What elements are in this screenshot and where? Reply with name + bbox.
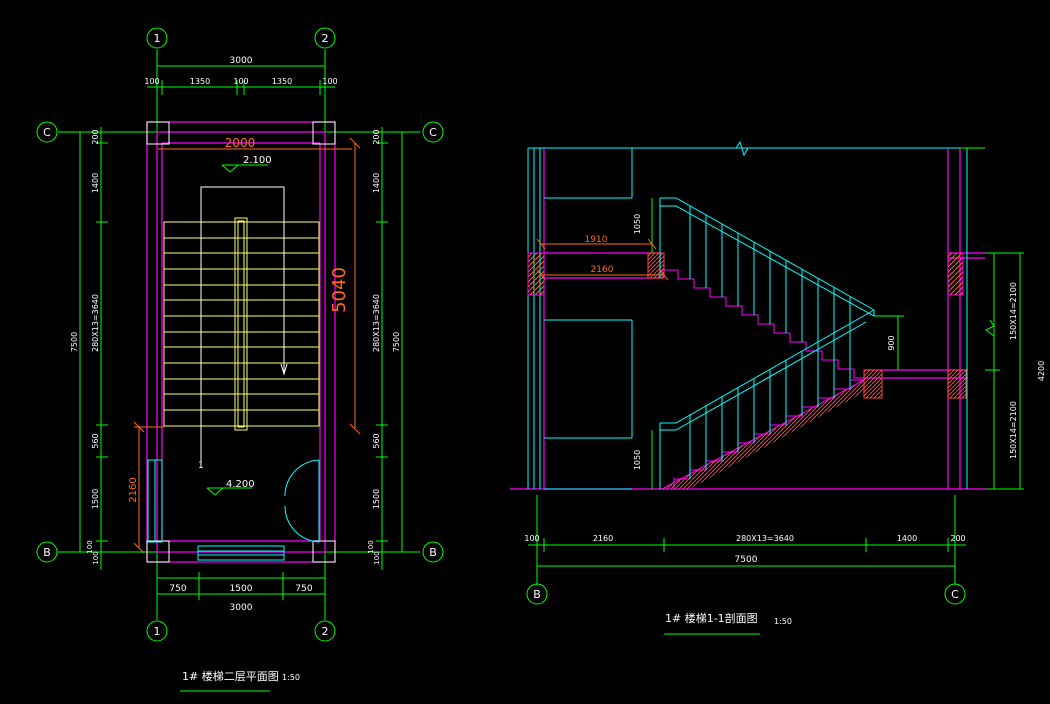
plan-dim-2000: 2000 [225,136,256,150]
section-dim-right-lower: 150X14=2100 [1009,401,1018,459]
floor-plan: 1 2 1 2 C C B B 1 2.100 4.200 2000 5040 … [36,27,444,692]
slab-landing-mid [863,369,883,399]
plan-dim-right-560: 560 [372,433,381,448]
axis-label-c-left: C [43,126,51,139]
plan-dim-right-200: 200 [372,129,381,144]
plan-dim-2160: 2160 [128,477,139,502]
axis-label-b-right: B [429,546,437,559]
section-dim-bot-total: 7500 [735,555,758,565]
plan-dim-right-1500: 1500 [372,489,381,509]
plan-dim-left-3640: 280X13=3640 [91,294,100,352]
plan-stair-treads [163,217,320,431]
section-axis-c: C [951,588,959,601]
axis-label-2-bottom: 2 [322,625,329,638]
section-dim-bot-100: 100 [524,534,539,543]
section-dim-2160: 2160 [591,265,614,275]
plan-dim-bot-750b: 750 [295,584,312,594]
section-axis-b: B [533,588,541,601]
break-symbol-right [985,319,995,337]
plan-dim-right-3640: 280X13=3640 [372,294,381,352]
axis-label-c-right: C [429,126,437,139]
plan-dim-top-100b: 100 [233,77,248,86]
section-dim-right-upper: 150X14=2100 [1009,282,1018,340]
axis-label-2-top: 2 [322,32,329,45]
plan-columns [146,121,336,563]
section-scale: 1:50 [774,617,792,626]
plan-dim-right-total: 7500 [392,332,401,352]
section-dim-1910: 1910 [585,235,608,245]
plan-dim-top-100c: 100 [322,77,337,86]
section-dim-bot-3640: 280X13=3640 [736,534,794,543]
section-axis-bubbles [526,583,966,605]
plan-dim-left-100b: 100 [92,551,100,564]
axis-label-b-left: B [43,546,51,559]
section-dim-1050b: 1050 [633,450,642,470]
plan-openings [147,459,320,561]
level-lower-label: 4.200 [226,479,255,490]
walk-start-mark: 1 [198,461,204,471]
plan-dim-5040: 5040 [329,267,350,313]
level-upper-label: 2.100 [243,155,272,166]
plan-walls [146,121,336,563]
plan-title: 1# 楼梯二层平面图 [182,669,279,683]
plan-dim-bot-750a: 750 [169,584,186,594]
axis-label-1-bottom: 1 [154,625,161,638]
section-dim-right-total: 4200 [1037,361,1046,381]
plan-dim-bot-1500: 1500 [230,584,253,594]
plan-dim-top-total: 3000 [230,56,253,66]
plan-scale: 1:50 [282,673,300,682]
section-dim-900: 900 [887,335,896,350]
plan-dim-top-1350b: 1350 [272,77,292,86]
cad-drawing-canvas: 1 2 1 2 C C B B 1 2.100 4.200 2000 5040 … [36,27,1046,692]
plan-dim-left-1400: 1400 [91,173,100,193]
axis-label-1-top: 1 [154,32,161,45]
section-dim-1050a: 1050 [633,214,642,234]
section-dim-bot-1400: 1400 [897,534,917,543]
plan-dim-left-1500: 1500 [91,489,100,509]
plan-dim-right-100b: 100 [373,551,381,564]
section-dim-bot-200: 200 [950,534,965,543]
section-dim-bot-2160: 2160 [593,534,613,543]
plan-dim-top-100a: 100 [144,77,159,86]
slab-landing-right [947,369,967,399]
stair-section: 1910 2160 1050 1050 900 150X14=2100 4200… [510,140,1046,635]
plan-dim-top-1350a: 1350 [190,77,210,86]
plan-dim-left-total: 7500 [70,332,79,352]
section-title: 1# 楼梯1-1剖面图 [665,611,758,625]
slab-right-upper [947,252,964,296]
plan-dim-right-1400: 1400 [372,173,381,193]
plan-dim-left-200: 200 [91,129,100,144]
plan-dim-left-560: 560 [91,433,100,448]
plan-dim-bot-total: 3000 [230,603,253,613]
slab-left-upper [527,252,545,296]
